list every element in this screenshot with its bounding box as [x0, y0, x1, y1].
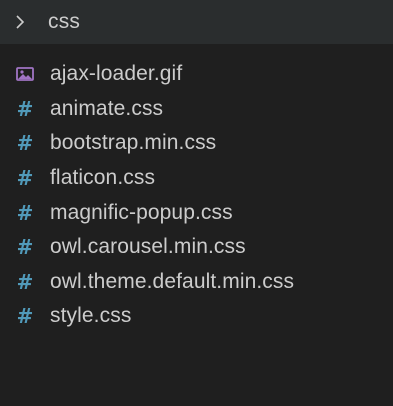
file-item-animate[interactable]: # animate.css	[0, 92, 393, 127]
css-hash-icon: #	[16, 304, 34, 329]
file-item-owl-carousel[interactable]: # owl.carousel.min.css	[0, 230, 393, 265]
chevron-right-icon[interactable]	[14, 11, 36, 33]
file-label: owl.theme.default.min.css	[50, 269, 295, 293]
css-hash-icon: #	[16, 235, 34, 260]
file-item-bootstrap[interactable]: # bootstrap.min.css	[0, 126, 393, 161]
css-hash-icon: #	[16, 200, 34, 225]
file-label: bootstrap.min.css	[50, 131, 217, 155]
file-explorer: css ajax-loader.gif # animate.css # boot…	[0, 0, 393, 406]
folder-css[interactable]: css	[0, 0, 393, 44]
file-item-style[interactable]: # style.css	[0, 299, 393, 334]
file-label: ajax-loader.gif	[50, 62, 183, 86]
file-item-flaticon[interactable]: # flaticon.css	[0, 161, 393, 196]
css-hash-icon: #	[16, 96, 34, 121]
css-hash-icon: #	[16, 269, 34, 294]
file-label: magnific-popup.css	[50, 200, 233, 224]
file-label: style.css	[50, 304, 132, 328]
file-item-owl-theme[interactable]: # owl.theme.default.min.css	[0, 265, 393, 300]
file-label: animate.css	[50, 96, 164, 120]
image-file-icon	[14, 63, 36, 85]
file-label: flaticon.css	[50, 166, 156, 190]
file-item-magnific-popup[interactable]: # magnific-popup.css	[0, 195, 393, 230]
file-item-ajax-loader[interactable]: ajax-loader.gif	[0, 57, 393, 92]
folder-label: css	[48, 10, 81, 33]
css-hash-icon: #	[16, 166, 34, 191]
file-label: owl.carousel.min.css	[50, 235, 246, 259]
file-list: ajax-loader.gif # animate.css # bootstra…	[0, 57, 393, 334]
css-hash-icon: #	[16, 131, 34, 156]
